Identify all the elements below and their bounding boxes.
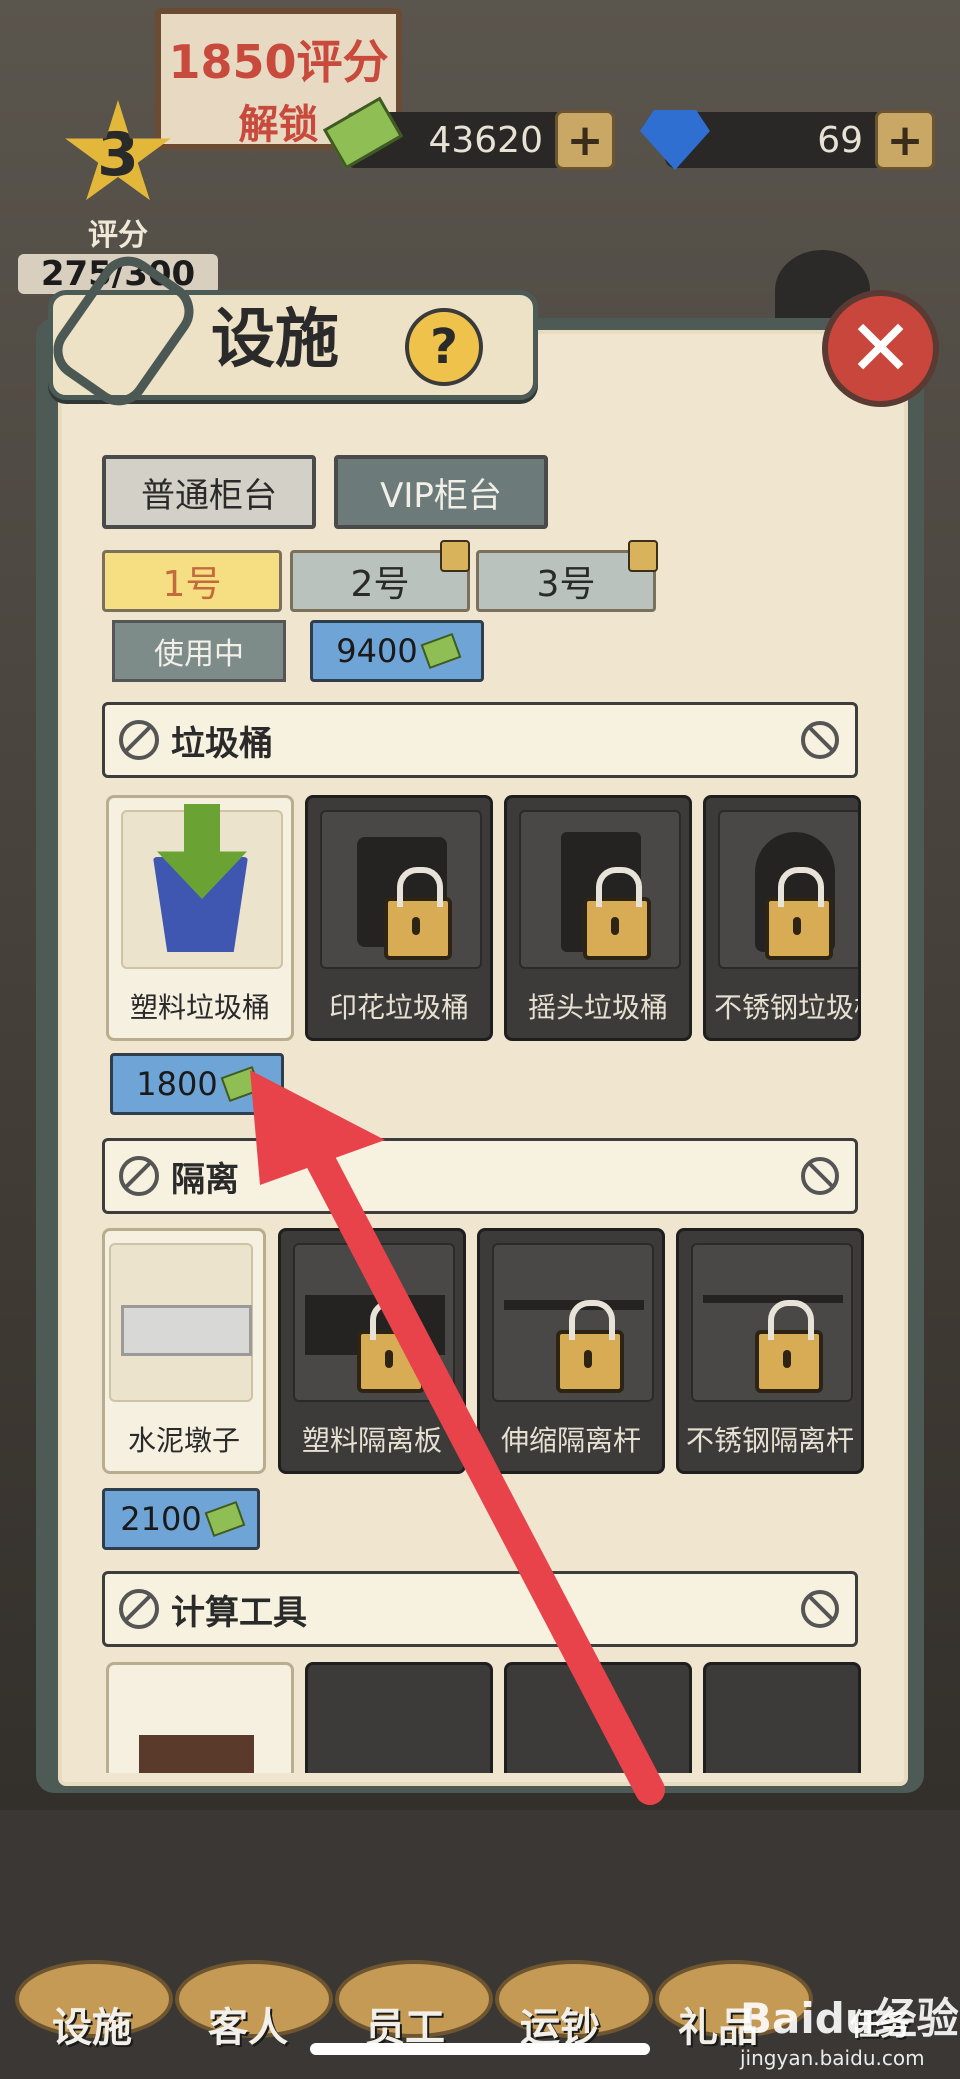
annotation-arrow-icon	[250, 1070, 665, 1805]
nav-facilities[interactable]: 设施	[52, 1995, 132, 2053]
nav-guests[interactable]: 客人	[208, 1995, 288, 2053]
watermark-url: jingyan.baidu.com	[740, 2046, 925, 2070]
watermark-brand: Baidu经验	[740, 1994, 959, 2043]
watermark: Baidu经验 jingyan.baidu.com	[740, 1985, 959, 2070]
home-indicator[interactable]	[310, 2043, 650, 2055]
